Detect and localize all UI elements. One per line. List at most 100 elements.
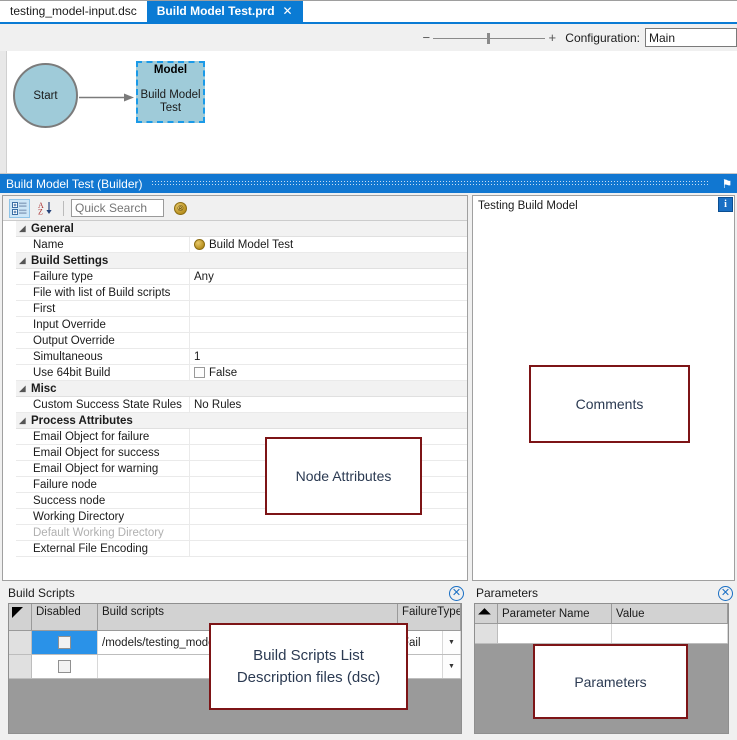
annotation-comments: Comments <box>529 365 690 443</box>
property-row-simultaneous[interactable]: Simultaneous 1 <box>16 349 467 365</box>
property-value[interactable]: 1 <box>189 349 467 364</box>
cell-parameter-value[interactable] <box>612 624 728 643</box>
property-label: Custom Success State Rules <box>29 397 189 413</box>
annotation-text-line1: Build Scripts List <box>253 647 364 664</box>
select-all-corner[interactable] <box>9 604 32 630</box>
process-diagram-canvas[interactable]: Start Model Build Model Test <box>0 51 737 174</box>
use-64bit-build-checkbox[interactable] <box>194 367 205 378</box>
property-value[interactable]: Build Model Test <box>189 237 467 252</box>
property-group-general[interactable]: ◢ General <box>16 221 467 237</box>
build-scripts-title: Build Scripts <box>8 586 75 600</box>
property-row-file-with-list-of-build-scripts[interactable]: File with list of Build scripts <box>16 285 467 301</box>
cell-disabled[interactable] <box>32 631 98 654</box>
column-header-disabled[interactable]: Disabled <box>32 604 98 630</box>
properties-pane: A Z ® ◢ General <box>2 195 468 581</box>
column-header-value[interactable]: Value <box>612 604 728 623</box>
collapse-chevron-icon[interactable]: ◢ <box>16 381 29 397</box>
build-scripts-header: Build Scripts ✕ <box>0 583 468 603</box>
canvas-left-gutter <box>0 51 7 173</box>
close-icon[interactable]: ✕ <box>718 586 733 601</box>
close-icon[interactable]: ✕ <box>283 1 293 22</box>
property-label: Success node <box>29 493 189 509</box>
property-value[interactable] <box>189 285 467 300</box>
panel-drag-grip[interactable] <box>151 180 709 187</box>
property-grid-spine <box>3 221 16 580</box>
categorized-view-icon[interactable] <box>9 199 30 218</box>
row-disabled-checkbox[interactable] <box>58 636 71 649</box>
property-label: Input Override <box>29 317 189 333</box>
property-value[interactable] <box>189 541 467 556</box>
zoom-out-icon[interactable]: − <box>419 30 433 45</box>
diagram-node-start[interactable]: Start <box>13 63 78 128</box>
builder-panel-header: Build Model Test (Builder) ⚑ <box>0 174 737 193</box>
pin-icon[interactable]: ⚑ <box>717 177 737 191</box>
collapse-chevron-icon[interactable]: ◢ <box>16 413 29 429</box>
property-group-label: General <box>29 221 74 237</box>
property-group-build-settings[interactable]: ◢ Build Settings <box>16 253 467 269</box>
property-value-text: Build Model Test <box>209 237 293 252</box>
diagram-node-build-model-test[interactable]: Model Build Model Test <box>136 61 205 123</box>
cell-parameter-name[interactable] <box>498 624 612 643</box>
property-label: Simultaneous <box>29 349 189 365</box>
property-label: First <box>29 301 189 317</box>
property-value[interactable] <box>189 301 467 316</box>
property-group-label: Build Settings <box>29 253 108 269</box>
property-value-text: False <box>209 365 237 380</box>
tab-testing-model-input-dsc[interactable]: testing_model-input.dsc <box>0 1 147 22</box>
tab-strip-filler <box>303 1 737 22</box>
property-group-label: Misc <box>29 381 57 397</box>
property-group-misc[interactable]: ◢ Misc <box>16 381 467 397</box>
row-disabled-checkbox[interactable] <box>58 660 71 673</box>
property-row-failure-type[interactable]: Failure type Any <box>16 269 467 285</box>
property-row-input-override[interactable]: Input Override <box>16 317 467 333</box>
tab-build-model-test-prd[interactable]: Build Model Test.prd ✕ <box>147 1 303 22</box>
corner-triangle-icon <box>12 607 23 618</box>
property-row-external-file-encoding[interactable]: External File Encoding <box>16 541 467 557</box>
property-label: Default Working Directory <box>29 525 189 541</box>
column-header-failure-type-line2: Type <box>437 606 461 618</box>
cell-disabled[interactable] <box>32 655 98 678</box>
collapse-chevron-icon[interactable]: ◢ <box>16 221 29 237</box>
annotation-build-scripts-list: Build Scripts List Description files (ds… <box>209 623 408 710</box>
zoom-slider-group[interactable]: − + <box>419 30 559 45</box>
node-start-label: Start <box>33 90 57 102</box>
property-value[interactable] <box>189 317 467 332</box>
property-group-process-attributes[interactable]: ◢ Process Attributes <box>16 413 467 429</box>
property-label: Email Object for warning <box>29 461 189 477</box>
property-row-name[interactable]: Name Build Model Test <box>16 237 467 253</box>
property-row-custom-success-state-rules[interactable]: Custom Success State Rules No Rules <box>16 397 467 413</box>
property-row-use-64bit-build[interactable]: Use 64bit Build False <box>16 365 467 381</box>
select-all-corner[interactable] <box>475 604 498 623</box>
row-selector[interactable] <box>9 631 32 654</box>
close-icon[interactable]: ✕ <box>449 586 464 601</box>
table-row[interactable] <box>475 624 728 644</box>
property-value[interactable]: False <box>189 365 467 380</box>
quick-search-input[interactable] <box>71 199 164 217</box>
help-badge-icon[interactable]: ® <box>174 202 187 215</box>
property-grid[interactable]: ◢ General Name Build Model Test ◢ <box>3 221 467 580</box>
property-row-first[interactable]: First <box>16 301 467 317</box>
property-value[interactable]: No Rules <box>189 397 467 412</box>
alphabetical-sort-icon[interactable]: A Z <box>35 199 56 218</box>
tab-label: testing_model-input.dsc <box>10 1 137 22</box>
property-value[interactable]: Any <box>189 269 467 284</box>
property-value <box>189 525 467 540</box>
property-label: Email Object for success <box>29 445 189 461</box>
chevron-down-icon[interactable]: ▼ <box>442 655 460 678</box>
property-value[interactable] <box>189 333 467 348</box>
row-selector[interactable] <box>9 655 32 678</box>
zoom-slider-thumb[interactable] <box>487 33 490 44</box>
collapse-chevron-icon[interactable]: ◢ <box>16 253 29 269</box>
chevron-down-icon[interactable]: ▼ <box>442 631 460 654</box>
zoom-slider[interactable] <box>433 32 545 44</box>
column-header-parameter-name[interactable]: Parameter Name <box>498 604 612 623</box>
configuration-input[interactable] <box>645 28 737 47</box>
property-row-output-override[interactable]: Output Override <box>16 333 467 349</box>
parameters-table-header: Parameter Name Value <box>475 604 728 624</box>
row-selector[interactable] <box>475 624 498 643</box>
property-label: Output Override <box>29 333 189 349</box>
corner-triangle-icon <box>478 608 491 621</box>
info-icon[interactable]: i <box>718 197 733 212</box>
zoom-in-icon[interactable]: + <box>545 30 559 45</box>
toolbar-separator <box>63 201 64 216</box>
